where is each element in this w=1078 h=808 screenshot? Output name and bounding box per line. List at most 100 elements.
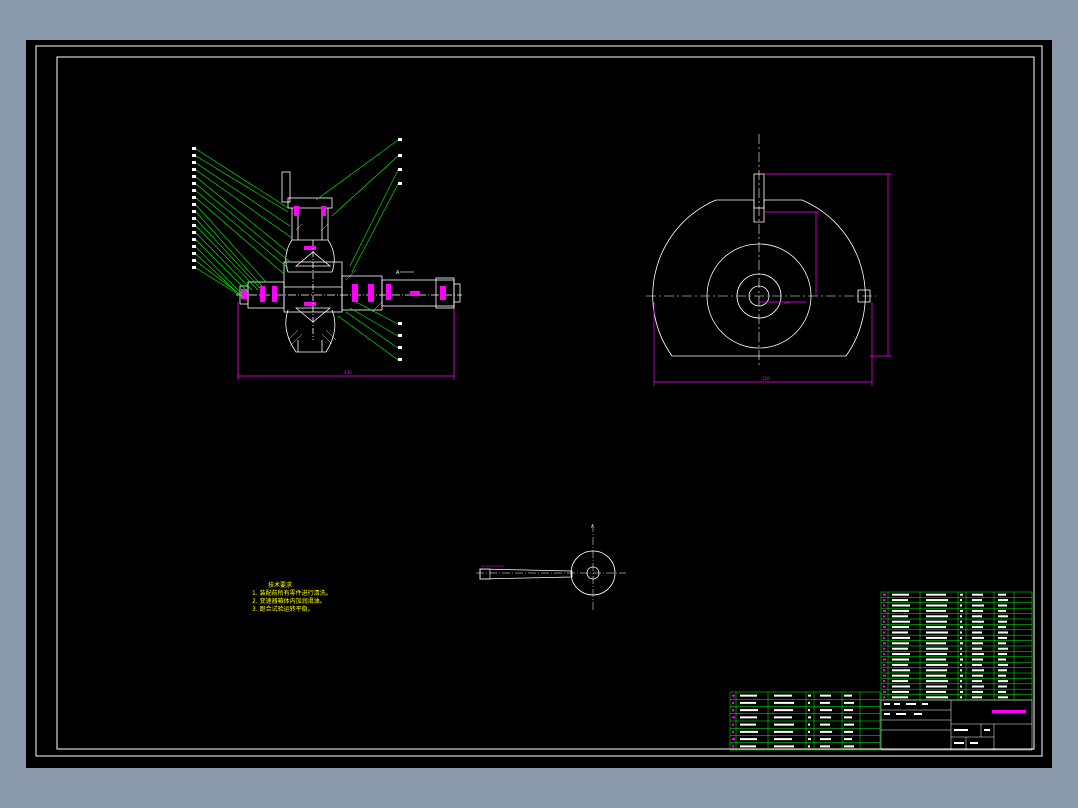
table-cell-text	[926, 647, 948, 650]
table-cell-text	[960, 636, 962, 639]
table-cell-text	[926, 631, 948, 634]
table-cell-text	[960, 631, 962, 634]
table-cell-text	[820, 709, 832, 712]
table-cell-text	[740, 701, 756, 704]
leader-tags-right	[398, 138, 402, 361]
table-cell-text	[883, 663, 885, 666]
table-cell-text	[926, 653, 947, 656]
table-cell-text	[740, 716, 757, 719]
table-cell-text	[960, 593, 963, 596]
table-cell-text	[926, 658, 946, 661]
table-cell-text	[808, 723, 810, 726]
table-cell-text	[892, 609, 909, 612]
table-cell-text	[740, 709, 758, 712]
table-cell-text	[926, 615, 948, 618]
table-cell-text	[972, 626, 983, 629]
table-cell-text	[998, 680, 1008, 683]
column-highlight-parts	[294, 206, 326, 306]
leader-lines-right	[315, 139, 399, 361]
table-cell-text	[998, 620, 1007, 623]
table-cell-text	[998, 599, 1008, 602]
cad-viewport[interactable]: 430 A 320 R38 A 技术要求 1. 装配前所有零件进行清洗。 2. …	[0, 0, 1078, 808]
table-cell-text	[972, 593, 983, 596]
table-cell-text	[820, 745, 830, 748]
table-cell-text	[774, 701, 794, 704]
table-cell-text	[972, 669, 984, 672]
table-cell-text	[774, 709, 793, 712]
table-cell-text	[883, 642, 886, 645]
table-cell-text	[844, 730, 853, 733]
table-cell-text	[926, 690, 946, 693]
outer-border	[35, 45, 1043, 757]
table-cell-text	[972, 696, 982, 699]
table-cell-text	[883, 604, 885, 607]
table-cell-text	[892, 620, 910, 623]
table-cell-text	[926, 680, 948, 683]
table-cell-text	[960, 599, 962, 602]
table-cell-text	[844, 716, 852, 719]
table-cell-text	[740, 694, 757, 697]
housing-outline	[652, 173, 871, 357]
table-cell-text	[883, 680, 885, 683]
table-cell-text	[808, 694, 811, 697]
table-cell-text	[732, 745, 734, 748]
table-cell-text	[972, 631, 982, 634]
table-cell-text	[774, 738, 792, 741]
table-cell-text	[972, 620, 984, 623]
table-cell-text	[883, 685, 885, 688]
table-cell-text	[926, 620, 947, 623]
table-cell-text	[732, 701, 734, 704]
table-cell-text	[820, 716, 831, 719]
table-cell-text	[883, 626, 886, 629]
table-cell-text	[960, 674, 963, 677]
gearbox-section-view: 430 A	[192, 138, 462, 380]
table-cell-text	[892, 696, 908, 699]
table-cell-text	[960, 690, 963, 693]
table-cell-text	[883, 669, 885, 672]
table-cell-text	[926, 669, 947, 672]
table-cell-text	[844, 701, 854, 704]
table-cell-text	[892, 680, 908, 683]
table-cell-text	[883, 690, 886, 693]
table-cell-text	[998, 636, 1007, 639]
table-cell-text	[960, 685, 962, 688]
table-cell-text	[926, 636, 947, 639]
table-cell-text	[960, 615, 962, 618]
table-cell-text	[740, 738, 757, 741]
table-cell-text	[926, 626, 946, 629]
end-view-width-text: 320	[762, 376, 770, 381]
table-cell-text	[972, 658, 983, 661]
table-cell-text	[808, 738, 811, 741]
table-cell-text	[998, 690, 1006, 693]
leader-tags-left	[192, 147, 196, 269]
table-cell-text	[926, 604, 947, 607]
table-cell-text	[960, 658, 963, 661]
table-cell-text	[844, 694, 852, 697]
table-cell-text	[926, 642, 946, 645]
technical-notes-title: 技术要求	[268, 582, 293, 589]
table-cell-text	[892, 615, 908, 618]
table-cell-text	[998, 609, 1006, 612]
table-cell-text	[844, 709, 853, 712]
table-cell-text	[883, 631, 885, 634]
table-cell-text	[972, 685, 984, 688]
table-cell-text	[892, 626, 909, 629]
table-cell-text	[820, 694, 831, 697]
lever-detail: A	[476, 524, 626, 610]
central-gear-block	[283, 240, 343, 340]
table-cell-text	[998, 685, 1007, 688]
overall-length-dimension	[237, 302, 455, 380]
table-cell-text	[998, 604, 1007, 607]
table-cell-text	[972, 680, 982, 683]
table-cell-text	[972, 636, 984, 639]
technical-note-1: 1. 装配前所有零件进行清洗。	[252, 590, 332, 597]
table-cell-text	[820, 738, 831, 741]
table-cell-text	[998, 696, 1008, 699]
table-cell-text	[926, 674, 946, 677]
table-cell-text	[972, 615, 982, 618]
table-cell-text	[960, 647, 962, 650]
table-cell-text	[998, 653, 1007, 656]
table-cell-text	[960, 653, 962, 656]
table-cell-text	[926, 685, 947, 688]
table-cell-text	[998, 658, 1006, 661]
